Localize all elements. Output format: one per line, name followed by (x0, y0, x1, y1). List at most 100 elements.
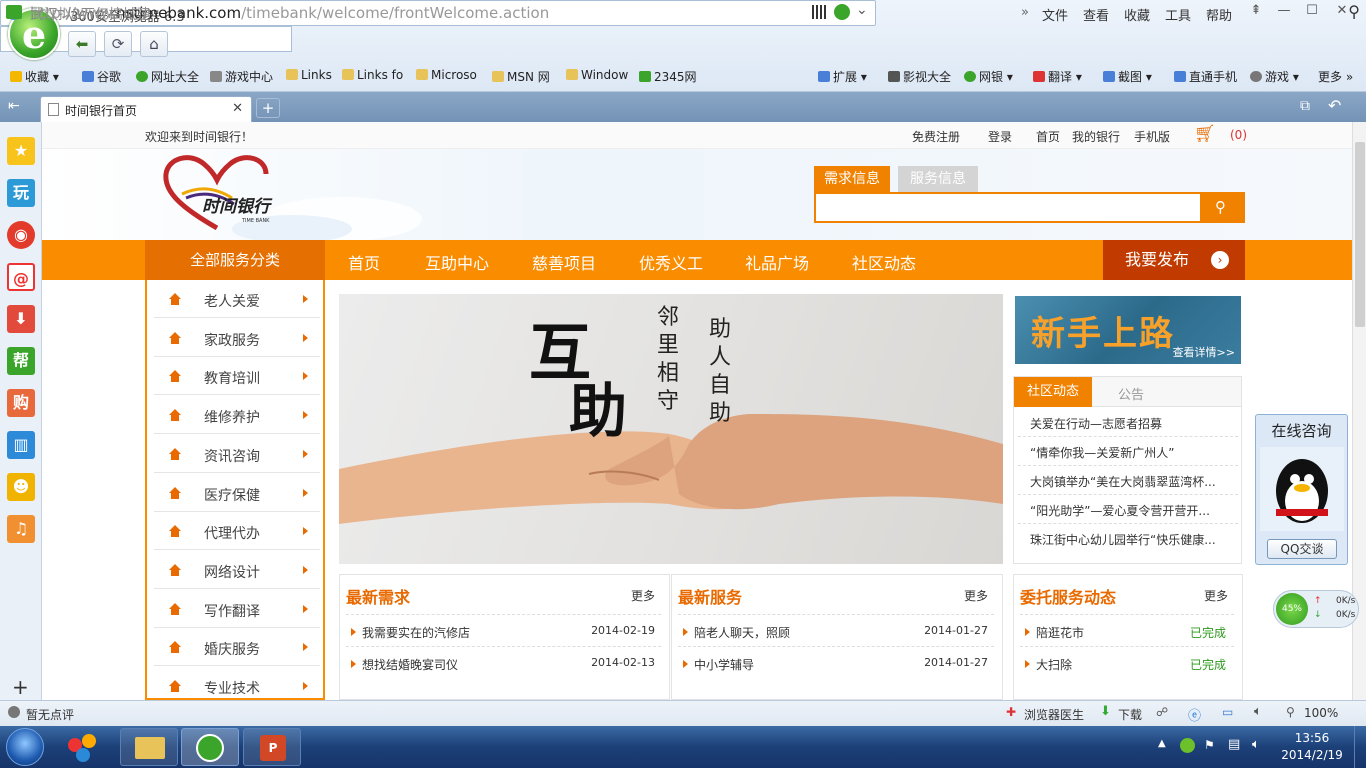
community-item[interactable]: “情牵你我—关爱新广州人” (1030, 444, 1230, 461)
volume-icon[interactable]: 🔈︎ (1254, 704, 1262, 719)
bookmark-game[interactable]: 游戏 ▾ (1250, 68, 1299, 85)
register-link[interactable]: 免费注册 (912, 128, 960, 145)
bookmark-more[interactable]: 更多 » (1318, 68, 1353, 85)
skin-icon[interactable]: ⇞ (1242, 3, 1270, 21)
menu-help[interactable]: 帮助 (1206, 5, 1232, 24)
list-item[interactable]: 中小学辅导 2014-01-27 (678, 646, 994, 678)
bookmark-extensions[interactable]: 扩展 ▾ (818, 68, 867, 85)
bookmark-microsoft[interactable]: Microso (416, 68, 477, 82)
clock-date[interactable]: 2014/2/19 (1278, 748, 1346, 762)
undo-close-icon[interactable]: ↶ (1328, 96, 1341, 115)
community-item[interactable]: 珠江街中心幼儿园举行“快乐健康... (1030, 531, 1230, 548)
browser-taskbar-button[interactable] (181, 728, 239, 766)
back-button[interactable]: ⬅ (68, 31, 96, 57)
banner-slider[interactable]: 互 助 邻里相守 助人自助 1 2 3 4 (339, 294, 1003, 564)
nav-mutual-help[interactable]: 互助中心 (425, 250, 489, 274)
status-download[interactable]: 下载 (1118, 706, 1142, 723)
entrust-more-link[interactable]: 更多 (1204, 587, 1228, 604)
tab-list-icon[interactable]: ⧉ (1300, 98, 1310, 114)
bookmark-links[interactable]: Links (286, 68, 332, 82)
demand-more-link[interactable]: 更多 (631, 587, 655, 604)
cart-count[interactable]: (0) (1230, 128, 1247, 142)
shopping-icon[interactable]: 购 (7, 389, 35, 417)
show-desktop-button[interactable] (1354, 726, 1366, 768)
site-search-input[interactable] (814, 192, 1202, 223)
list-item[interactable]: 想找结婚晚宴司仪 2014-02-13 (346, 646, 661, 678)
compat-icon[interactable]: ☍ (1156, 705, 1168, 719)
bookmark-msn[interactable]: MSN 网 (492, 68, 550, 85)
tray-expand-icon[interactable]: ▲ (1158, 738, 1166, 749)
help-icon[interactable]: 帮 (7, 347, 35, 375)
close-tab-icon[interactable]: ✕ (232, 101, 243, 116)
explorer-taskbar-button[interactable] (120, 728, 178, 766)
speed-mode-icon[interactable] (834, 4, 850, 20)
qq-chat-button[interactable]: QQ交谈 (1267, 539, 1337, 559)
my-bank-link[interactable]: 我的银行 (1072, 128, 1120, 145)
menu-favorites[interactable]: 收藏 (1124, 5, 1150, 24)
favorites-star-icon[interactable]: ★ (7, 137, 35, 165)
download-icon[interactable]: ⬇ (7, 305, 35, 333)
scroll-thumb[interactable] (1355, 142, 1365, 327)
category-item[interactable]: 资讯咨询 (154, 435, 320, 473)
category-item[interactable]: 维修养护 (154, 396, 320, 434)
bookmark-windows[interactable]: Window (566, 68, 628, 82)
play-icon[interactable]: 玩 (7, 179, 35, 207)
tab-community-news[interactable]: 社区动态 (1014, 377, 1092, 407)
game-face-icon[interactable]: ☻ (7, 473, 35, 501)
tab-service-info[interactable]: 服务信息 (898, 166, 978, 193)
category-item[interactable]: 婚庆服务 (154, 628, 320, 666)
start-button[interactable] (6, 728, 44, 766)
tab-demand-info[interactable]: 需求信息 (814, 166, 890, 193)
category-item[interactable]: 写作翻译 (154, 590, 320, 628)
mobile-link[interactable]: 手机版 (1134, 128, 1170, 145)
list-item[interactable]: 我需要实在的汽修店 2014-02-19 (346, 614, 661, 646)
nav-charity[interactable]: 慈善项目 (532, 250, 596, 274)
list-item[interactable]: 陪老人聊天，照顾 2014-01-27 (678, 614, 994, 646)
menu-expand-icon[interactable]: » (1021, 5, 1029, 20)
login-link[interactable]: 登录 (988, 128, 1012, 145)
community-item[interactable]: 关爱在行动—志愿者招募 (1030, 415, 1230, 432)
bookmark-translate[interactable]: 翻译 ▾ (1033, 68, 1082, 85)
category-item[interactable]: 专业技术 (154, 667, 320, 700)
tray-volume-icon[interactable]: 🔈︎ (1252, 737, 1260, 752)
newbie-guide-banner[interactable]: 新手上路 查看详情>> (1015, 296, 1241, 364)
category-item[interactable]: 代理代办 (154, 512, 320, 550)
music-icon[interactable]: ♫ (7, 515, 35, 543)
window-icon[interactable]: ▭ (1222, 705, 1233, 719)
all-categories-button[interactable]: 全部服务分类 (145, 240, 325, 280)
nav-community[interactable]: 社区动态 (852, 250, 916, 274)
category-item[interactable]: 网络设计 (154, 551, 320, 589)
app-icon-1[interactable] (64, 732, 104, 762)
category-item[interactable]: 家政服务 (154, 319, 320, 357)
menu-file[interactable]: 文件 (1042, 5, 1068, 24)
bookmark-movies[interactable]: 影视大全 (888, 68, 951, 85)
bookmark-ebank[interactable]: 网银 ▾ (964, 68, 1013, 85)
zoom-level[interactable]: 100% (1304, 706, 1338, 720)
sidebar-toggle-icon[interactable]: ⇤ (8, 98, 20, 114)
tray-flag-icon[interactable]: ⚑ (1204, 738, 1215, 752)
network-speed-widget[interactable]: 45% ↑ 0K/s ↓ 0K/s (1273, 590, 1359, 628)
search-icon[interactable]: ⚲ (1348, 2, 1360, 21)
publish-button[interactable]: 我要发布 › (1103, 240, 1245, 280)
list-item[interactable]: 大扫除 已完成 (1020, 646, 1234, 678)
bookmark-sites[interactable]: 网址大全 (136, 68, 199, 85)
list-item[interactable]: 陪逛花市 已完成 (1020, 614, 1234, 646)
menu-view[interactable]: 查看 (1083, 5, 1109, 24)
category-item[interactable]: 老人关爱 (154, 280, 320, 318)
community-item[interactable]: 大岗镇举办“美在大岗翡翠蓝湾杯... (1030, 473, 1230, 490)
bookmark-phone[interactable]: 直通手机 (1174, 68, 1237, 85)
menu-tools[interactable]: 工具 (1165, 5, 1191, 24)
ie-mode-icon[interactable]: ⓔ (1188, 705, 1201, 724)
category-item[interactable]: 医疗保健 (154, 474, 320, 512)
cart-icon[interactable]: 🛒︎ (1194, 124, 1216, 144)
minimize-icon[interactable]: — (1270, 3, 1298, 21)
powerpoint-taskbar-button[interactable]: P (243, 728, 301, 766)
tray-network-icon[interactable]: ▤ (1228, 737, 1240, 752)
clock-time[interactable]: 13:56 (1282, 731, 1342, 745)
nav-gifts[interactable]: 礼品广场 (745, 250, 809, 274)
refresh-button[interactable]: ⟳ (104, 31, 132, 57)
bookmark-games[interactable]: 游戏中心 (210, 68, 273, 85)
bookmark-google[interactable]: 谷歌 (82, 68, 121, 85)
weibo-icon[interactable]: ◉ (7, 221, 35, 249)
community-item[interactable]: “阳光助学”—爱心夏令营开营开... (1030, 502, 1230, 519)
